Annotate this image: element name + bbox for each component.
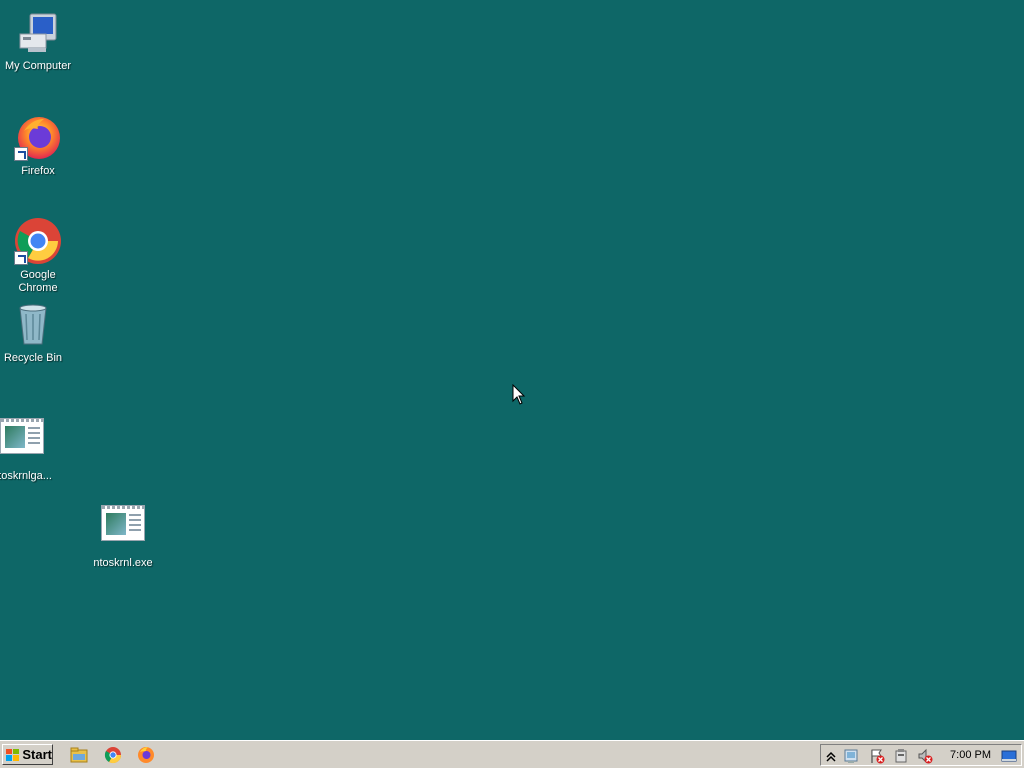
exe-file-icon — [0, 418, 46, 466]
show-hidden-icons-icon[interactable] — [823, 748, 839, 764]
desktop-icon-ntoskrnl-exe[interactable]: ntoskrnl.exe — [85, 501, 161, 570]
my-computer-icon — [14, 8, 62, 56]
desktop-icon-my-computer[interactable]: My Computer — [0, 8, 76, 73]
volume-muted-icon[interactable] — [917, 748, 933, 764]
power-icon[interactable] — [893, 748, 909, 764]
start-button[interactable]: Start — [2, 744, 53, 765]
desktop-icon-firefox[interactable]: Firefox — [0, 113, 76, 178]
start-label: Start — [22, 747, 52, 762]
exe-file-icon — [99, 505, 147, 553]
chrome-icon[interactable] — [104, 746, 122, 764]
firefox-icon — [14, 113, 62, 161]
recycle-bin-icon — [9, 300, 57, 348]
network-icon[interactable] — [843, 748, 859, 764]
taskbar-clock[interactable]: 7:00 PM — [950, 749, 991, 761]
system-tray: 7:00 PM — [820, 744, 1022, 766]
mouse-cursor-icon — [512, 384, 526, 405]
desktop-icon-recycle-bin[interactable]: Recycle Bin — [0, 300, 71, 365]
taskbar: Start 7:00 PM — [0, 740, 1024, 768]
chrome-icon — [14, 217, 62, 265]
desktop-icon-google-chrome[interactable]: Google Chrome — [0, 217, 76, 295]
shortcut-arrow-icon — [14, 147, 28, 161]
action-center-flag-icon[interactable] — [869, 748, 885, 764]
desktop-icon-label: Recycle Bin — [3, 352, 63, 364]
desktop-icon-label: ntoskrnl.exe — [93, 557, 153, 569]
desktop-icon-label: ntoskrnlga... — [0, 470, 52, 482]
desktop-icon-label: Google Chrome — [18, 269, 58, 294]
firefox-icon[interactable] — [137, 746, 155, 764]
desktop-icon-label: Firefox — [21, 165, 55, 177]
show-desktop-icon[interactable] — [1001, 748, 1017, 764]
windows-logo-icon — [6, 748, 20, 761]
desktop-icon-label: My Computer — [4, 60, 72, 72]
desktop[interactable]: My Computer Firefox Google Chrome Recycl… — [0, 0, 1024, 740]
shortcut-arrow-icon — [14, 251, 28, 265]
desktop-icon-ntoskrnlga[interactable]: ntoskrnlga... — [0, 414, 60, 483]
explorer-icon[interactable] — [70, 746, 88, 764]
